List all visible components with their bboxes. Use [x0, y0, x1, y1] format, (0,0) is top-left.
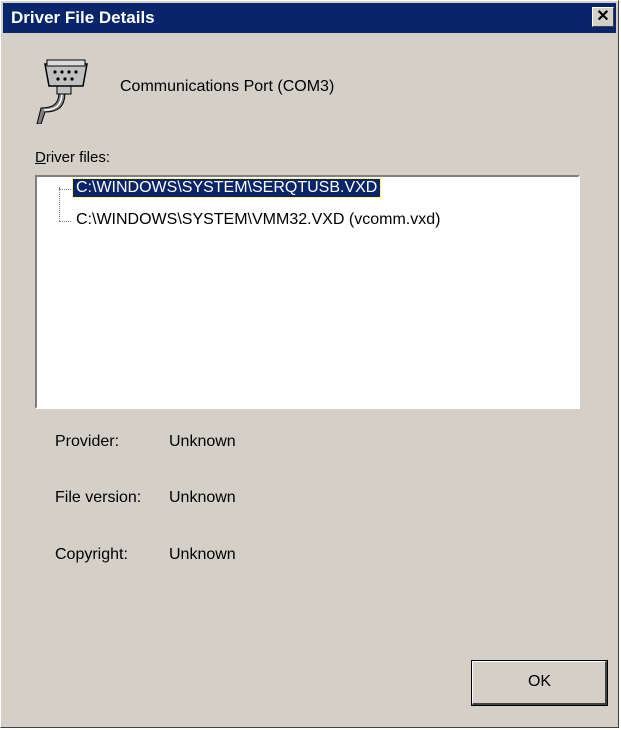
serial-port-icon	[36, 59, 88, 124]
driver-files-label-rest: river files:	[45, 149, 111, 166]
close-button[interactable]: ✕	[592, 7, 614, 27]
tree-branch	[59, 221, 71, 222]
driver-files-list[interactable]: C:\WINDOWS\SYSTEM\SERQTUSB.VXD C:\WINDOW…	[35, 175, 580, 409]
close-icon: ✕	[596, 8, 610, 25]
tree-connector	[59, 187, 60, 221]
provider-label: Provider:	[55, 433, 120, 450]
file-version-value: Unknown	[169, 489, 236, 506]
driver-file-details-dialog: Driver File Details ✕ Communications Por…	[0, 0, 619, 728]
tree-branch	[59, 189, 71, 190]
driver-file-item-vmm32[interactable]: C:\WINDOWS\SYSTEM\VMM32.VXD (vcomm.vxd)	[73, 211, 443, 229]
file-version-label: File version:	[55, 489, 142, 506]
device-name: Communications Port (COM3)	[120, 78, 335, 95]
provider-value: Unknown	[169, 433, 236, 450]
driver-file-item-serqtusb[interactable]: C:\WINDOWS\SYSTEM\SERQTUSB.VXD	[71, 178, 382, 198]
copyright-label: Copyright:	[55, 546, 128, 563]
driver-files-label-accelerator: D	[35, 149, 46, 166]
ok-button[interactable]: OK	[471, 660, 608, 706]
dialog-title: Driver File Details	[11, 8, 155, 27]
copyright-value: Unknown	[169, 546, 236, 563]
driver-files-label: Driver files:	[35, 149, 110, 166]
ok-button-label: OK	[527, 673, 552, 690]
title-bar[interactable]: Driver File Details ✕	[3, 3, 616, 33]
